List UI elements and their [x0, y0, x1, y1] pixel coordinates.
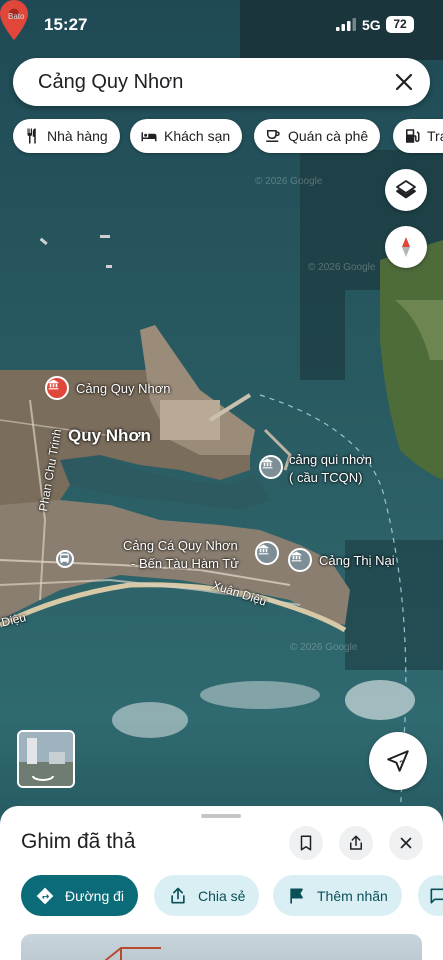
share-icon [171, 887, 185, 903]
map-watermark: © 2026 Google [290, 642, 358, 653]
category-chips: Nhà hàng Khách sạn Quán cà phê Trạ [0, 119, 443, 153]
map-label-cang-ca-sub[interactable]: - Bến Tàu Hàm Tử [131, 556, 239, 571]
note-icon [430, 888, 443, 903]
share-header-button[interactable] [339, 826, 373, 860]
map-label-cang-qui-nhon[interactable]: cảng qui nhơn [289, 452, 372, 467]
map-watermark: © 2026 Google [255, 176, 323, 187]
poi-marker-cang-ca[interactable] [255, 541, 279, 565]
chip-label: Quán cà phê [288, 128, 369, 144]
battery-indicator: 72 [386, 16, 414, 33]
map-label-cang-qui-nhon-sub[interactable]: ( cầu TCQN) [289, 470, 362, 485]
close-icon[interactable] [392, 70, 416, 94]
poi-marker-cang-thi-nai[interactable] [288, 548, 312, 572]
label-flag-icon [290, 888, 303, 903]
svg-text:?: ? [399, 758, 404, 768]
crane-photo [104, 947, 161, 960]
directions-button[interactable]: Đường đi [21, 875, 139, 916]
add-label-label: Thêm nhãn [317, 887, 388, 904]
signal-icon [336, 18, 356, 31]
coffee-icon [266, 130, 280, 142]
directions-icon [36, 887, 54, 904]
street-view-thumbnail[interactable] [17, 730, 75, 788]
chip-label: Khách sạn [164, 128, 231, 144]
chip-gas[interactable]: Trạ [393, 119, 443, 153]
layers-icon [396, 180, 416, 199]
sheet-title: Ghim đã thả [21, 830, 136, 853]
add-label-button[interactable]: Thêm nhãn [273, 875, 402, 916]
poi-marker-cang-qui-nhon[interactable] [259, 455, 283, 479]
directions-label: Đường đi [65, 887, 125, 904]
bookmark-icon [300, 835, 312, 851]
poi-marker-cang-quy-nhon[interactable] [45, 376, 69, 400]
street-view-preview [19, 732, 73, 786]
chip-coffee[interactable]: Quán cà phê [254, 119, 381, 153]
save-button[interactable] [289, 826, 323, 860]
map-watermark: © 2026 Google [308, 262, 376, 273]
map-label-cang-thi-nai[interactable]: Cảng Thị Nại [319, 553, 395, 568]
my-location-button[interactable]: ? [369, 732, 427, 790]
landmark-icon [48, 379, 59, 390]
more-action-button[interactable] [418, 875, 443, 916]
hotel-icon [141, 132, 157, 142]
landmark-icon [262, 458, 273, 469]
status-network: 5G [362, 17, 381, 33]
chip-label: Nhà hàng [47, 128, 108, 144]
landmark-icon [291, 551, 302, 562]
compass-button[interactable] [385, 226, 427, 268]
share-label: Chia sẻ [198, 887, 246, 904]
share-button[interactable]: Chia sẻ [154, 875, 260, 916]
restaurant-icon [27, 128, 36, 144]
status-brand-mark: Bato [8, 12, 25, 21]
chip-label: Trạ [427, 128, 443, 144]
status-time: 15:27 [44, 15, 88, 34]
map-label-cang-quy-nhon[interactable]: Cảng Quy Nhơn [76, 381, 171, 396]
close-sheet-button[interactable] [389, 826, 423, 860]
chip-restaurants[interactable]: Nhà hàng [13, 119, 120, 153]
map-label-cang-ca[interactable]: Cảng Cá Quy Nhơn [123, 538, 238, 553]
compass-icon [402, 237, 410, 257]
share-icon [350, 835, 362, 850]
poi-marker-bus[interactable] [56, 550, 74, 568]
place-bottom-sheet[interactable]: Ghim đã thả Đường đi Chia sẻ Thêm nhãn [0, 806, 443, 960]
bus-icon [60, 553, 69, 563]
status-bar: Bato 15:27 5G 72 [0, 0, 443, 50]
map-label-city: Quy Nhơn [68, 426, 151, 445]
close-icon [400, 837, 412, 849]
search-bar[interactable]: Cảng Quy Nhơn [13, 58, 430, 106]
place-photo[interactable] [21, 934, 422, 960]
layers-button[interactable] [385, 169, 427, 211]
navigation-arrow-icon: ? [387, 750, 409, 772]
gas-station-icon [406, 129, 420, 143]
landmark-icon [258, 544, 269, 555]
search-query[interactable]: Cảng Quy Nhơn [38, 71, 183, 94]
sheet-drag-handle[interactable] [201, 814, 241, 818]
chip-hotels[interactable]: Khách sạn [130, 119, 243, 153]
